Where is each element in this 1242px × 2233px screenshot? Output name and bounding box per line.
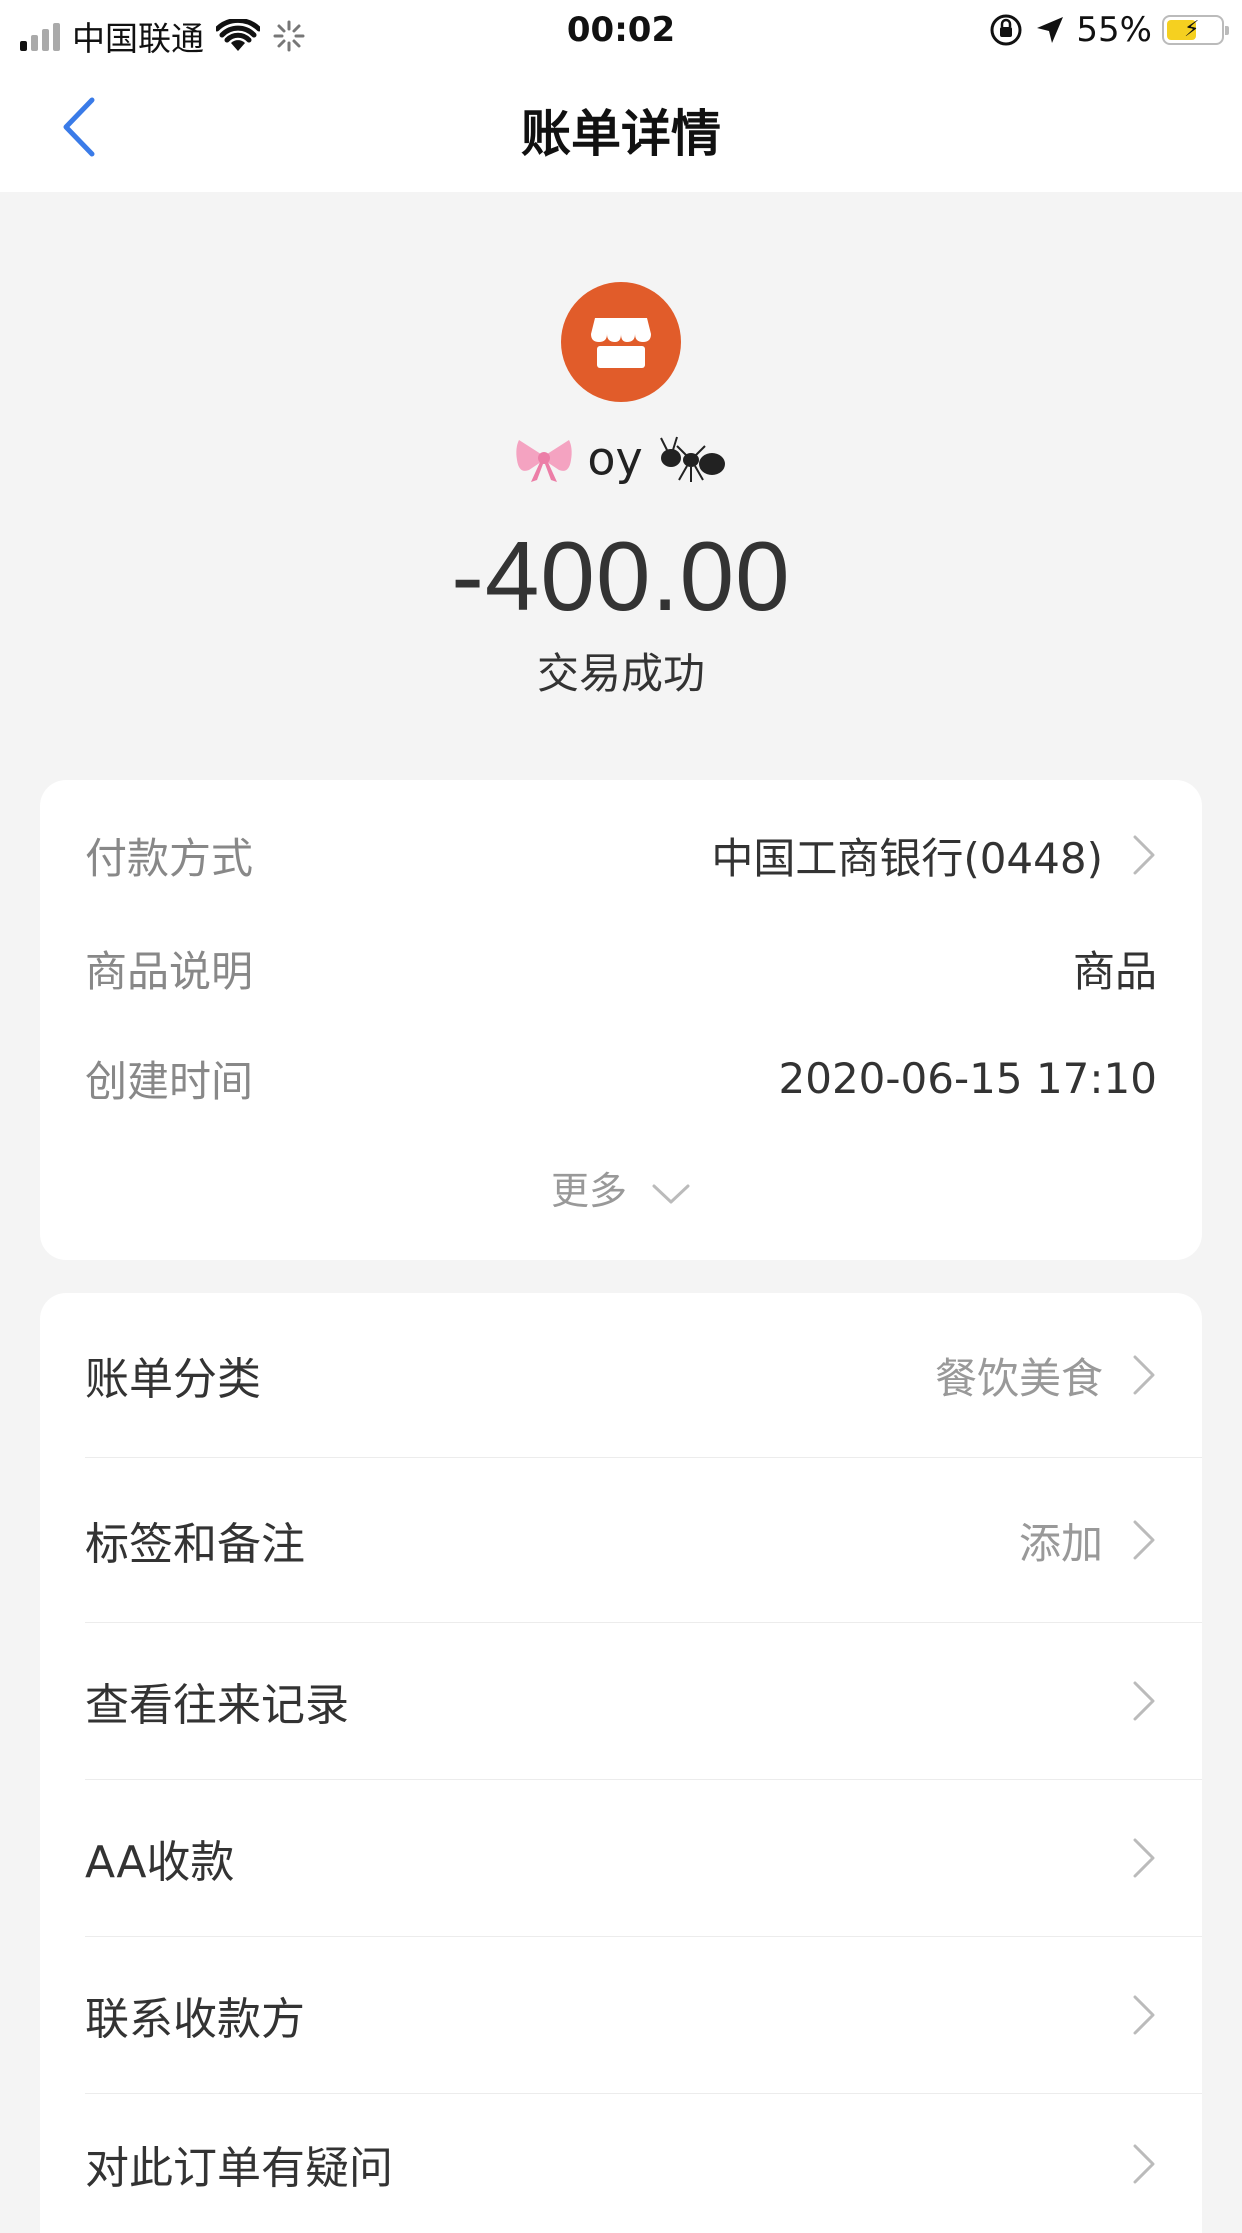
page-title: 账单详情: [521, 105, 721, 163]
aa-collection-row[interactable]: AA收款: [85, 1780, 1202, 1937]
product-description-row: 商品说明 商品: [85, 938, 1157, 998]
merchant-avatar: [561, 282, 681, 402]
aa-collection-label: AA收款: [85, 1837, 235, 1888]
chevron-right-icon: [1133, 1681, 1155, 1721]
transaction-amount: -400.00: [451, 521, 791, 631]
created-time-label: 创建时间: [85, 1056, 254, 1106]
charging-bolt-icon: ⚡: [1184, 17, 1200, 42]
battery-icon: ⚡: [1162, 15, 1229, 45]
chevron-right-icon: [1133, 835, 1155, 875]
chevron-right-icon: [1133, 1355, 1155, 1395]
chevron-right-icon: [1133, 1520, 1155, 1560]
order-question-row[interactable]: 对此订单有疑问: [85, 2094, 1202, 2233]
transaction-info-card: 付款方式 中国工商银行(0448) 商品说明 商品 创建时间 2020-06-1…: [40, 780, 1202, 1260]
ant-emoji: [660, 436, 726, 482]
orientation-lock-icon: [990, 14, 1022, 46]
chevron-right-icon: [1133, 1838, 1155, 1878]
chevron-right-icon: [1133, 2144, 1155, 2183]
status-right: 55% ⚡: [988, 10, 1229, 50]
payment-method-value: 中国工商银行(0448): [711, 833, 1103, 883]
product-description-label: 商品说明: [85, 946, 254, 996]
more-button[interactable]: 更多: [40, 1160, 1202, 1215]
nav-bar: 账单详情: [0, 62, 1242, 192]
payment-method-row[interactable]: 付款方式 中国工商银行(0448): [85, 825, 1157, 885]
tags-notes-value: 添加: [1018, 1518, 1103, 1568]
chevron-right-icon: [1133, 1995, 1155, 2035]
merchant-name-text: oy: [587, 431, 643, 486]
view-history-row[interactable]: 查看往来记录: [85, 1623, 1202, 1780]
order-question-label: 对此订单有疑问: [85, 2142, 393, 2194]
more-label: 更多: [550, 1169, 627, 1213]
merchant-name: oy: [0, 428, 1242, 486]
status-bar: 中国联通 00:02 55% ⚡: [0, 0, 1242, 62]
product-description-value: 商品: [1072, 946, 1157, 996]
bill-category-value: 餐饮美食: [934, 1353, 1103, 1403]
store-icon: [591, 318, 651, 368]
contact-payee-label: 联系收款方: [85, 1994, 305, 2045]
location-icon: [1037, 17, 1064, 43]
battery-percent: 55%: [1076, 10, 1152, 50]
bill-category-label: 账单分类: [85, 1354, 261, 1405]
payment-method-label: 付款方式: [85, 833, 254, 883]
created-time-row: 创建时间 2020-06-15 17:10: [85, 1048, 1157, 1108]
contact-payee-row[interactable]: 联系收款方: [85, 1937, 1202, 2094]
tags-notes-row[interactable]: 标签和备注 添加: [85, 1458, 1202, 1623]
bill-category-row[interactable]: 账单分类 餐饮美食: [85, 1293, 1202, 1458]
chevron-down-icon: [652, 1184, 690, 1203]
created-time-value: 2020-06-15 17:10: [778, 1053, 1157, 1103]
bow-emoji: [516, 439, 572, 482]
tags-notes-label: 标签和备注: [85, 1519, 305, 1570]
view-history-label: 查看往来记录: [85, 1680, 349, 1731]
actions-card: 账单分类 餐饮美食 标签和备注 添加 查看往来记录 AA收款 联系收款方 对此订…: [40, 1293, 1202, 2233]
transaction-status: 交易成功: [536, 649, 705, 698]
